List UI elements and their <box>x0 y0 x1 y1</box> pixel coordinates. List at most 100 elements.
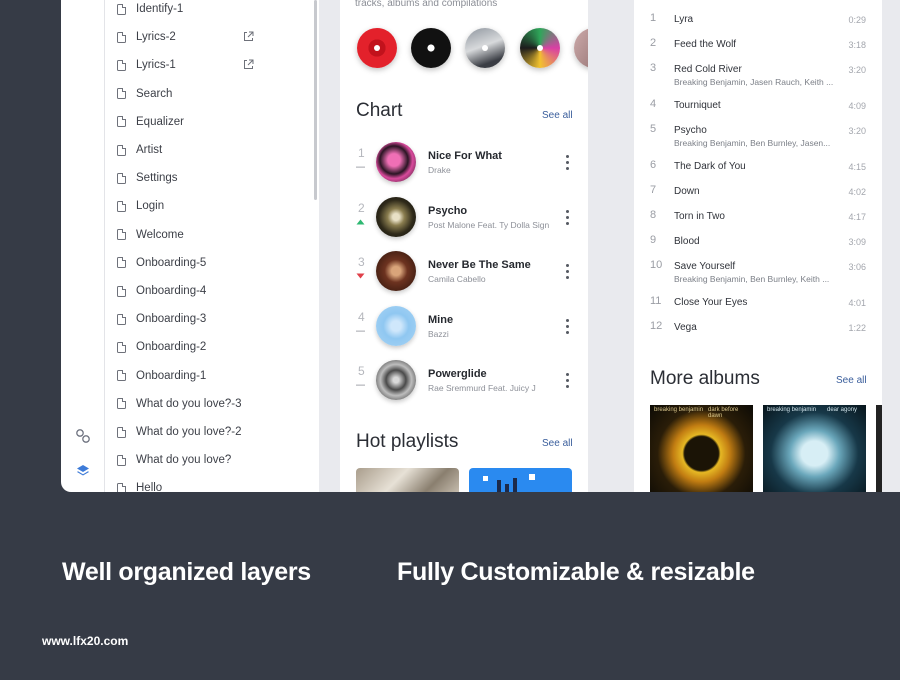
album-disc[interactable] <box>465 28 505 68</box>
layers-scrollbar[interactable] <box>314 0 317 200</box>
frame-icon <box>117 257 126 269</box>
layer-label: Settings <box>136 172 178 185</box>
track-title: Nice For What <box>428 150 502 162</box>
layer-label: What do you love?-2 <box>136 426 242 438</box>
layer-item[interactable]: Welcome <box>105 221 319 249</box>
frame-icon <box>117 172 126 184</box>
track-row[interactable]: 9 Blood 3:09 <box>634 234 882 259</box>
layer-label: Onboarding-5 <box>136 256 207 269</box>
layer-item[interactable]: Onboarding-2 <box>105 333 319 361</box>
track-row[interactable]: 8 Torn in Two 4:17 <box>634 209 882 234</box>
track-row[interactable]: 1 Lyra 0:29 <box>634 12 882 37</box>
playlist-thumbnail[interactable] <box>356 468 459 492</box>
track-duration: 3:20 <box>848 65 866 75</box>
more-albums-see-all-link[interactable]: See all <box>836 375 867 386</box>
layer-item[interactable]: Settings <box>105 164 319 192</box>
album-disc[interactable] <box>520 28 560 68</box>
layer-item[interactable]: Equalizer <box>105 108 319 136</box>
layer-label: What do you love?-3 <box>136 397 242 410</box>
track-cover[interactable] <box>376 305 416 346</box>
track-number: 8 <box>650 209 657 221</box>
layer-item[interactable]: Onboarding-3 <box>105 305 319 333</box>
more-options-icon[interactable] <box>566 264 570 280</box>
caption-customizable: Fully Customizable & resizable <box>397 558 755 586</box>
frame-icon <box>117 116 126 128</box>
layer-item[interactable]: Hello <box>105 474 319 492</box>
layers-list: Identify-1 Lyrics-2 Lyrics-1 Search Equalize… <box>105 0 319 492</box>
more-options-icon[interactable] <box>566 209 570 226</box>
frame-icon <box>117 285 126 297</box>
track-row[interactable]: 10 Save Yourself 3:06 Breaking Benjamin, Be… <box>634 259 882 295</box>
track-row[interactable]: 12 Vega 1:22 <box>634 320 882 345</box>
trend-up-icon <box>356 219 365 224</box>
layer-item[interactable]: What do you love?-2 <box>105 418 319 446</box>
watermark: www.lfx20.com <box>42 634 129 648</box>
chart-rank: 4 <box>358 309 365 324</box>
track-cover[interactable] <box>376 142 416 182</box>
layer-label: Onboarding-2 <box>136 341 207 354</box>
track-row[interactable]: 5 Psycho 3:20 Breaking Benjamin, Ben Burnle… <box>634 123 882 159</box>
album-card[interactable]: breaking benjamin dear agony <box>763 405 866 492</box>
layer-item[interactable]: Artist <box>105 136 319 164</box>
layer-label: Onboarding-4 <box>136 285 207 297</box>
layer-label: Lyrics-1 <box>136 59 176 72</box>
track-name: Down <box>674 186 700 197</box>
track-name: Red Cold River <box>674 64 742 75</box>
track-artist: Camila Cabello <box>428 274 486 284</box>
track-row[interactable]: 2 Feed the Wolf 3:18 <box>634 37 882 62</box>
external-link-icon[interactable] <box>243 31 254 42</box>
external-link-icon[interactable] <box>243 59 254 70</box>
more-options-icon[interactable] <box>566 373 570 389</box>
chart-row[interactable]: 4 Mine Bazzi <box>340 305 588 360</box>
section-subtitle: tracks, albums and compilations <box>355 0 498 9</box>
layers-icon[interactable] <box>75 463 91 479</box>
layer-item[interactable]: Onboarding-4 <box>105 277 319 305</box>
track-row[interactable]: 6 The Dark of You 4:15 <box>634 159 882 184</box>
playlists-see-all-link[interactable]: See all <box>542 438 573 449</box>
hot-playlists-title: Hot playlists <box>356 431 459 452</box>
track-row[interactable]: 3 Red Cold River 3:20 Breaking Benjamin, Ja… <box>634 62 882 98</box>
layer-item[interactable]: Lyrics-1 <box>105 51 319 79</box>
chart-row[interactable]: 2 Psycho Post Malone Feat. Ty Dolla Sign <box>340 196 588 251</box>
album-card[interactable] <box>876 405 882 492</box>
track-credits: Breaking Benjamin, Jasen Rauch, Keith ..… <box>674 77 834 87</box>
track-number: 6 <box>650 159 657 171</box>
more-options-icon[interactable] <box>566 318 570 335</box>
album-card[interactable]: breaking benjamin dark before dawn <box>650 405 753 492</box>
playlist-thumbnail[interactable] <box>469 468 572 492</box>
track-row[interactable]: 7 Down 4:02 <box>634 184 882 209</box>
layer-item[interactable]: Login <box>105 192 319 220</box>
trend-same-icon <box>356 384 365 386</box>
album-disc[interactable] <box>574 28 588 68</box>
trend-down-icon <box>356 273 365 279</box>
layer-item[interactable]: What do you love? <box>105 446 319 474</box>
layer-item[interactable]: Lyrics-2 <box>105 23 319 51</box>
layer-item[interactable]: Onboarding-1 <box>105 362 319 390</box>
frame-icon <box>117 370 126 382</box>
layer-item[interactable]: Search <box>105 80 319 108</box>
track-duration: 4:01 <box>848 298 866 308</box>
album-disc[interactable] <box>411 28 451 68</box>
layer-item[interactable]: What do you love?-3 <box>105 390 319 418</box>
more-options-icon[interactable] <box>566 155 570 171</box>
layer-item[interactable]: Onboarding-5 <box>105 249 319 277</box>
frame-icon <box>117 482 126 492</box>
frame-icon <box>117 3 126 15</box>
layer-label: Onboarding-3 <box>136 313 207 326</box>
track-cover[interactable] <box>376 196 416 237</box>
chart-see-all-link[interactable]: See all <box>542 110 573 121</box>
layer-item[interactable]: Identify-1 <box>105 0 319 23</box>
chart-row[interactable]: 3 Never Be The Same Camila Cabello <box>340 251 588 305</box>
album-disc[interactable] <box>357 28 397 68</box>
track-cover[interactable] <box>376 360 416 400</box>
frame-icon <box>117 398 126 410</box>
track-cover[interactable] <box>376 251 416 291</box>
track-duration: 1:22 <box>848 323 866 333</box>
track-row[interactable]: 11 Close Your Eyes 4:01 <box>634 295 882 320</box>
chart-row[interactable]: 5 Powerglide Rae Sremmurd Feat. Juicy J <box>340 360 588 414</box>
track-duration: 3:09 <box>848 237 866 247</box>
components-icon[interactable] <box>75 428 91 444</box>
chart-row[interactable]: 1 Nice For What Drake <box>340 142 588 196</box>
track-row[interactable]: 4 Tourniquet 4:09 <box>634 98 882 123</box>
track-name: Torn in Two <box>674 211 725 222</box>
